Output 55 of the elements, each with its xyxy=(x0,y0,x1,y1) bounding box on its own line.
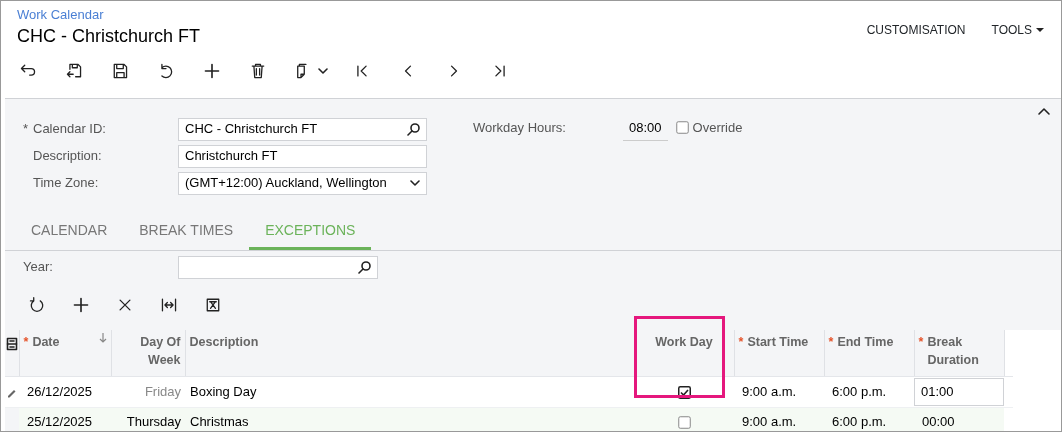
column-header[interactable]: Description xyxy=(189,332,259,352)
collapse-icon[interactable] xyxy=(1037,106,1051,116)
table-cell: Christmas xyxy=(185,407,634,431)
sort-arrow-icon[interactable] xyxy=(98,332,107,343)
tab[interactable]: CALENDAR xyxy=(15,213,124,250)
table-cell: Boxing Day xyxy=(185,376,634,408)
plus-icon xyxy=(72,295,90,314)
required-mark: * xyxy=(23,333,29,351)
page-title: CHC - Christchurch FT xyxy=(17,24,200,47)
field-label: Year: xyxy=(23,258,54,277)
checkbox[interactable] xyxy=(675,120,689,134)
menu-button[interactable]: CUSTOMISATION xyxy=(865,13,967,47)
chevron-down-icon[interactable] xyxy=(410,180,420,186)
table-cell: 9:00 a.m. xyxy=(734,376,824,408)
dropdown-field[interactable]: (GMT+12:00) Auckland, Wellington xyxy=(178,171,427,195)
required-mark: * xyxy=(828,333,834,351)
input-field[interactable]: 01:00 xyxy=(914,378,1004,406)
row-selector-icon[interactable] xyxy=(6,337,18,352)
search-icon[interactable] xyxy=(407,122,420,136)
search-icon[interactable] xyxy=(358,260,371,274)
table-cell: Thursday xyxy=(111,407,185,431)
input-field[interactable]: Christchurch FT xyxy=(178,144,427,168)
time-field[interactable]: 08:00 xyxy=(623,117,668,141)
breadcrumb-link[interactable]: Work Calendar xyxy=(17,5,200,25)
save-icon xyxy=(111,61,129,80)
field-label: Calendar ID: xyxy=(33,120,106,139)
field-label: Description: xyxy=(33,147,102,166)
required-mark: * xyxy=(23,120,30,139)
column-header[interactable]: Start Time xyxy=(747,332,809,352)
table-cell: 25/12/2025 xyxy=(19,407,111,431)
required-mark: * xyxy=(918,333,924,351)
checkbox[interactable] xyxy=(677,416,691,430)
input-field[interactable]: CHC - Christchurch FT xyxy=(178,117,427,141)
column-header[interactable]: Date xyxy=(32,332,60,352)
table-cell: 6:00 p.m. xyxy=(824,376,914,408)
tab[interactable]: BREAK TIMES xyxy=(123,213,250,250)
table-cell: 26/12/2025 xyxy=(19,376,111,408)
table-cell: 6:00 p.m. xyxy=(824,407,914,431)
refresh-icon xyxy=(28,295,46,314)
required-mark: * xyxy=(738,333,744,351)
table-cell: 00:00 xyxy=(914,407,1004,431)
save-close-icon xyxy=(65,61,83,80)
field-label: Time Zone: xyxy=(33,174,99,193)
checkbox-label: Override xyxy=(692,118,743,137)
checkbox[interactable] xyxy=(677,386,691,400)
column-header[interactable]: Break Duration xyxy=(927,332,1000,370)
trash-icon xyxy=(249,61,267,80)
menu-button[interactable]: TOOLS xyxy=(990,13,1045,47)
column-header[interactable]: End Time xyxy=(837,332,894,352)
plus-icon xyxy=(203,61,221,80)
input-field[interactable] xyxy=(178,255,378,279)
pencil-icon xyxy=(7,387,16,398)
table-cell: Friday xyxy=(111,376,185,408)
field-label: Workday Hours: xyxy=(473,118,567,137)
table-cell: 9:00 a.m. xyxy=(734,407,824,431)
